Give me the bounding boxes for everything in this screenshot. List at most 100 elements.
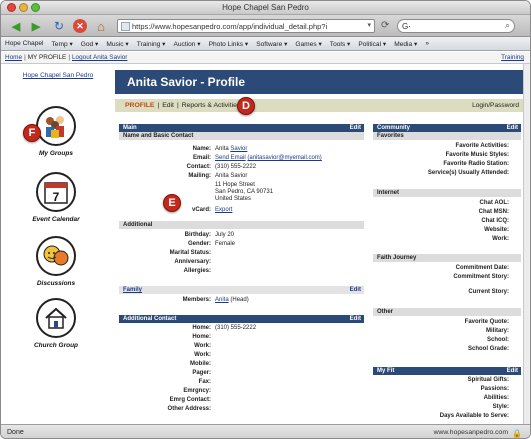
email-value: Send Email (anitasavior@myemail.com) bbox=[215, 155, 322, 161]
sidebar-item-event-calendar[interactable]: 7 Event Calendar bbox=[23, 172, 89, 223]
my-fit-edit-link[interactable]: Edit bbox=[507, 367, 518, 375]
calendar-icon: 7 bbox=[36, 172, 76, 212]
breadcrumb-separator: | bbox=[68, 54, 70, 61]
contact-detail-row: Work: bbox=[119, 352, 364, 361]
search-icon[interactable]: ⌕ bbox=[505, 20, 510, 31]
my-fit-field-label: Style: bbox=[492, 404, 509, 410]
bookmark-political[interactable]: Political ▾ bbox=[358, 40, 386, 48]
contact-detail-row: Home: (310) 555-2222 bbox=[119, 325, 364, 334]
logout-link[interactable]: Logout Anita Savior bbox=[72, 54, 127, 61]
home-icon[interactable]: ⌂ bbox=[93, 18, 109, 34]
faith-row: Current Story: bbox=[373, 289, 521, 298]
tab-reports-activities[interactable]: Reports & Activities bbox=[182, 102, 241, 109]
callout-badge-d: D bbox=[237, 97, 255, 115]
bookmark-auction[interactable]: Auction ▾ bbox=[173, 40, 200, 48]
allergies-label: Allergies: bbox=[183, 268, 211, 274]
bookmark-music[interactable]: Music ▾ bbox=[106, 40, 128, 48]
main-section-title: Main bbox=[123, 125, 137, 131]
contact-label: Contact: bbox=[186, 164, 211, 170]
family-section-title[interactable]: Family bbox=[123, 287, 142, 293]
marital-label: Marital Status: bbox=[169, 250, 211, 256]
tab-edit[interactable]: Edit bbox=[162, 102, 174, 109]
sidebar-item-label: Church Group bbox=[33, 342, 79, 349]
contact-detail-label: Emrgncy: bbox=[183, 388, 211, 394]
callout-badge-f: F bbox=[23, 124, 41, 142]
vcard-label: vCard: bbox=[191, 207, 211, 213]
contact-detail-row: Home: bbox=[119, 334, 364, 343]
bookmark-overflow[interactable]: » bbox=[425, 40, 429, 47]
mailing-label: Mailing: bbox=[188, 173, 211, 179]
family-section: Family Edit Members: Anita (Head) bbox=[119, 286, 364, 306]
bookmark-god[interactable]: God ▾ bbox=[81, 40, 99, 48]
member-link[interactable]: Anita bbox=[215, 297, 229, 303]
bookmark-temp[interactable]: Temp ▾ bbox=[52, 40, 73, 48]
breadcrumb-home-link[interactable]: Home bbox=[5, 54, 22, 61]
left-sidebar: Hope Chapel San Pedro My Groups 7 Event … bbox=[1, 64, 115, 424]
basic-contact-subheader: Name and Basic Contact bbox=[119, 132, 364, 140]
other-row: School Grade: bbox=[373, 346, 521, 355]
internet-row: Chat ICQ: bbox=[373, 218, 521, 227]
login-password-link[interactable]: Login/Password bbox=[472, 102, 519, 109]
training-link[interactable]: Training bbox=[501, 54, 524, 61]
back-arrow-icon[interactable]: ◀ bbox=[7, 18, 25, 34]
sidebar-item-discussions[interactable]: Discussions bbox=[23, 236, 89, 287]
other-field-label: Military: bbox=[485, 328, 509, 334]
svg-text:7: 7 bbox=[53, 190, 60, 204]
bookmark-training[interactable]: Training ▾ bbox=[137, 40, 166, 48]
address-line-2: San Pedro, CA 90731 bbox=[215, 189, 274, 195]
go-icon[interactable]: ⟳ bbox=[381, 20, 389, 31]
search-field[interactable]: G· ⌕ bbox=[397, 19, 515, 33]
discussion-icon bbox=[36, 236, 76, 276]
url-dropdown-icon[interactable]: ▾ bbox=[367, 21, 371, 29]
last-name-link[interactable]: Savior bbox=[230, 146, 247, 152]
additional-contact-section: Additional Contact Edit Home: (310) 555-2… bbox=[119, 315, 364, 415]
internet-row: Chat AOL: bbox=[373, 200, 521, 209]
bookmark-software[interactable]: Software ▾ bbox=[256, 40, 287, 48]
birthday-label: Birthday: bbox=[184, 232, 211, 238]
main-edit-link[interactable]: Edit bbox=[350, 124, 361, 132]
status-text: Done bbox=[7, 429, 24, 436]
contact-detail-row: Fax: bbox=[119, 379, 364, 388]
sidebar-item-church-group[interactable]: Church Group bbox=[23, 298, 89, 349]
internet-field-label: Work: bbox=[492, 236, 509, 242]
allergies-row: Allergies: bbox=[119, 268, 364, 277]
subnav-separator: | bbox=[176, 102, 179, 109]
church-home-link[interactable]: Hope Chapel San Pedro bbox=[11, 72, 105, 79]
bookmark-tools[interactable]: Tools ▾ bbox=[330, 40, 351, 48]
my-fit-row: Style: bbox=[373, 404, 521, 413]
bookmark-hope-chapel[interactable]: Hope Chapel bbox=[5, 40, 44, 47]
community-row: Service(s) Usually Attended: bbox=[373, 170, 521, 179]
other-field-label: Favorite Quote: bbox=[464, 319, 509, 325]
tab-profile[interactable]: PROFILE bbox=[125, 102, 154, 109]
additional-contact-edit-link[interactable]: Edit bbox=[350, 315, 361, 323]
address-bar[interactable]: https://www.hopesanpedro.com/app/individ… bbox=[117, 19, 375, 33]
bookmark-photo-links[interactable]: Photo Links ▾ bbox=[209, 40, 249, 48]
community-edit-link[interactable]: Edit bbox=[507, 124, 518, 132]
family-section-header: Family Edit bbox=[119, 286, 364, 294]
bookmark-games[interactable]: Games ▾ bbox=[295, 40, 321, 48]
faith-journey-section: Faith Journey Commitment Date: Commitmen… bbox=[373, 254, 521, 298]
additional-section-header: Additional bbox=[119, 221, 364, 229]
main-section: Main Edit Name and Basic Contact Name: A… bbox=[119, 124, 364, 216]
internet-row: Website: bbox=[373, 227, 521, 236]
family-edit-link[interactable]: Edit bbox=[350, 286, 361, 294]
gender-label: Gender: bbox=[187, 241, 211, 247]
contact-detail-label: Home: bbox=[192, 334, 211, 340]
stop-icon[interactable]: ✕ bbox=[73, 19, 87, 33]
export-vcard-link[interactable]: Export bbox=[215, 207, 232, 213]
email-address-link[interactable]: (anitasavior@myemail.com) bbox=[247, 155, 321, 161]
my-fit-field-label: Days Available to Serve: bbox=[439, 413, 509, 419]
vertical-scrollbar[interactable] bbox=[523, 64, 530, 424]
forward-arrow-icon[interactable]: ▶ bbox=[27, 18, 45, 34]
bookmark-media[interactable]: Media ▾ bbox=[394, 40, 417, 48]
community-row: Favorite Radio Station: bbox=[373, 161, 521, 170]
send-email-link[interactable]: Send Email bbox=[215, 155, 246, 161]
subnav-separator: | bbox=[157, 102, 160, 109]
community-field-label: Favorite Radio Station: bbox=[443, 161, 509, 167]
contact-detail-row: Pager: bbox=[119, 370, 364, 379]
reload-icon[interactable]: ↻ bbox=[51, 18, 67, 34]
other-section-header: Other bbox=[373, 308, 521, 316]
name-value: Anita Savior bbox=[215, 146, 247, 152]
internet-field-label: Chat MSN: bbox=[478, 209, 509, 215]
name-label: Name: bbox=[192, 146, 211, 152]
